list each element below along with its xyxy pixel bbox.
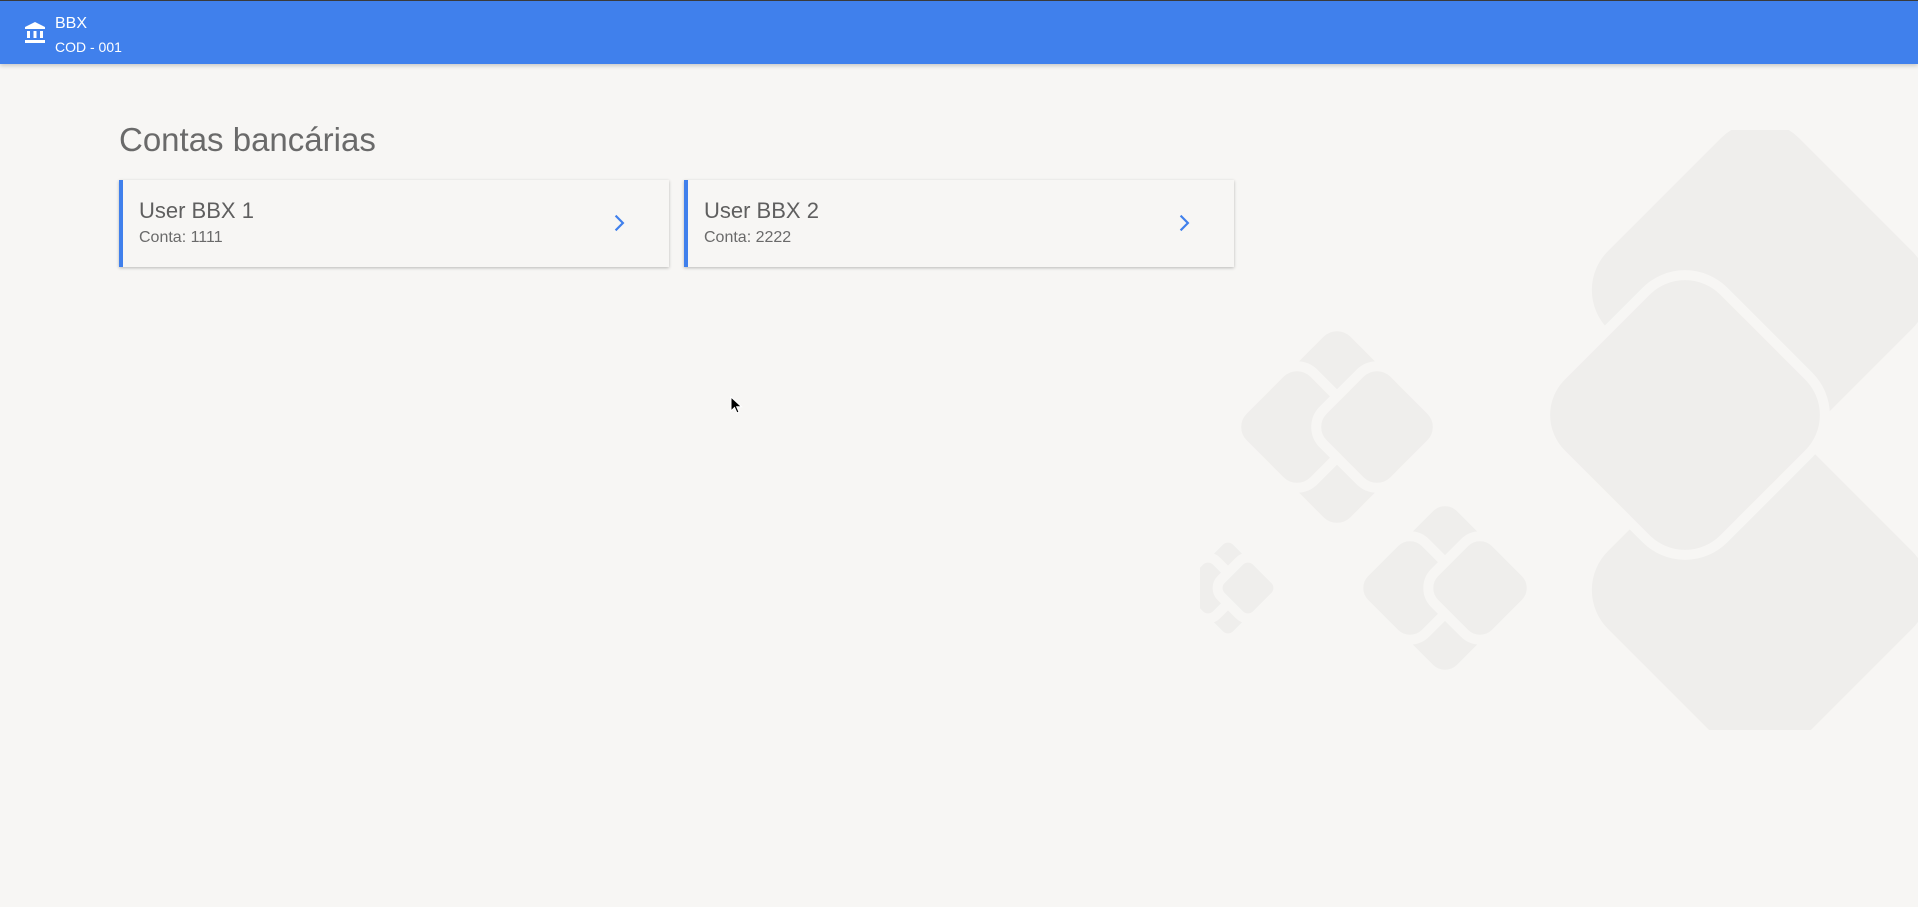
background-decoration <box>1200 130 1918 730</box>
account-number: Conta: 1111 <box>139 229 223 246</box>
chevron-right-icon[interactable] <box>607 211 631 235</box>
page-title: Contas bancárias <box>119 121 376 158</box>
account-card[interactable]: User BBX 1 Conta: 1111 <box>119 180 669 267</box>
brand-name: BBX <box>55 15 88 32</box>
account-number: Conta: 2222 <box>704 229 792 246</box>
mouse-cursor-icon <box>730 396 743 414</box>
bank-icon <box>25 22 45 43</box>
account-card[interactable]: User BBX 2 Conta: 2222 <box>684 180 1234 267</box>
chevron-right-icon[interactable] <box>1172 211 1196 235</box>
brand-code: COD - 001 <box>55 39 122 55</box>
account-holder-name: User BBX 2 <box>704 198 819 223</box>
account-holder-name: User BBX 1 <box>139 198 254 223</box>
app-header: BBX COD - 001 <box>0 0 1918 64</box>
